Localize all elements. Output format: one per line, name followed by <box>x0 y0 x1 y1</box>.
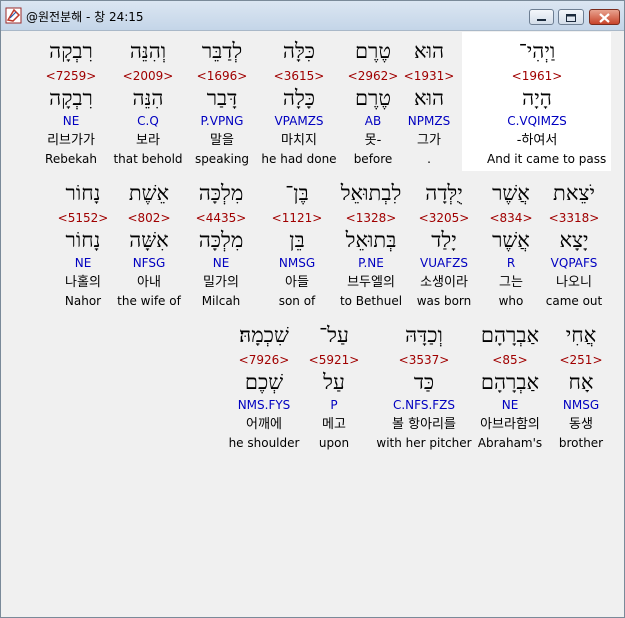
close-button[interactable] <box>589 9 620 25</box>
strong-number: <5152> <box>57 211 109 225</box>
strong-number: <3537> <box>398 353 450 367</box>
morphology-code: C.VQIMZS <box>507 114 567 128</box>
app-window: @원전분해 - 창 24:15 וַיְהִי־ <1961> הָיָה C.VQI… <box>0 0 625 618</box>
korean-gloss: 볼 항아리를 <box>392 417 456 432</box>
lexical-form: הָיָה <box>522 86 552 110</box>
korean-gloss: 어깨에 <box>246 417 282 432</box>
morphology-code: NMS.FYS <box>237 398 291 412</box>
english-gloss: And it came to pass <box>487 152 607 166</box>
strong-number: <1961> <box>511 69 563 83</box>
lexical-form: אַבְרָהָם <box>480 370 540 394</box>
english-gloss: Rebekah <box>45 152 97 166</box>
maximize-icon <box>566 14 576 22</box>
lexical-form: שְׁכֶם <box>244 370 284 394</box>
korean-gloss: 리브가가 <box>47 133 95 148</box>
hebrew-word: רִבְקָה <box>49 39 93 63</box>
english-gloss: with her pitcher <box>376 436 472 450</box>
minimize-icon <box>537 19 546 21</box>
strong-number: <7926> <box>238 353 290 367</box>
morphology-code: NE <box>501 398 519 412</box>
strong-number: <7259> <box>45 69 97 83</box>
korean-gloss: 나홀의 <box>65 275 101 290</box>
lexical-form: כַּד <box>413 370 435 394</box>
strong-number: <85> <box>492 353 528 367</box>
hebrew-word: שִׁכְמָהּ׃ <box>239 323 289 347</box>
morphology-code: C.NFS.FZS <box>392 398 456 412</box>
lexical-form: רִבְקָה <box>49 86 93 110</box>
maximize-button[interactable] <box>558 9 584 25</box>
hebrew-word: וַיְהִי־ <box>518 39 556 63</box>
app-icon <box>5 7 22 24</box>
english-gloss: Abraham's <box>477 436 543 450</box>
lexical-form: נָחוֹר <box>65 228 101 252</box>
title-bar[interactable]: @원전분해 - 창 24:15 <box>1 1 624 31</box>
morphology-code: NE <box>62 114 80 128</box>
close-icon <box>599 13 610 23</box>
hebrew-word: וְכַדָּהּ <box>405 323 443 347</box>
korean-gloss: -하여서 <box>516 133 558 148</box>
hebrew-word: נָחוֹר <box>65 181 101 205</box>
hebrew-word: אַבְרָהָם <box>480 323 540 347</box>
minimize-button[interactable] <box>529 9 554 25</box>
morphology-code: NE <box>74 256 92 270</box>
english-gloss: Nahor <box>64 294 102 308</box>
korean-gloss: 아브라함의 <box>480 417 540 432</box>
window-title: @원전분해 - 창 24:15 <box>26 10 144 24</box>
english-gloss: he shoulder <box>228 436 300 450</box>
